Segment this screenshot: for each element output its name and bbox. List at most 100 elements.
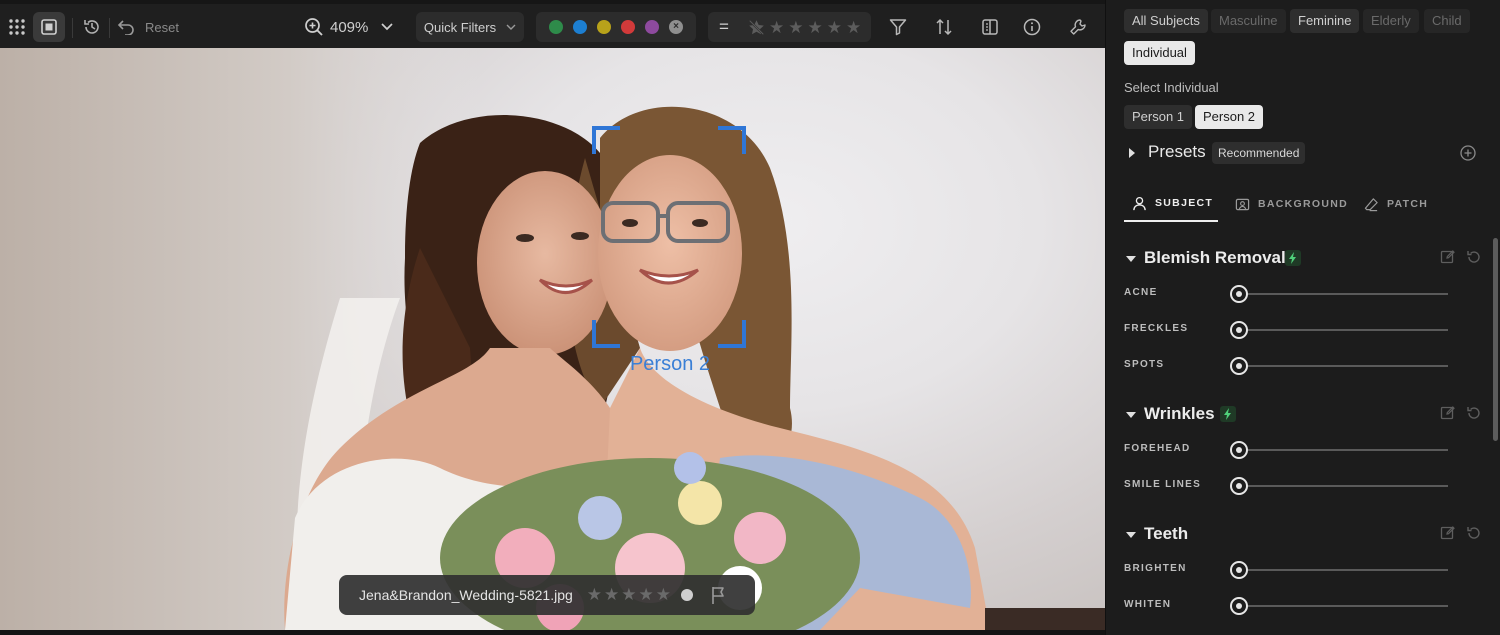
- color-label-dot[interactable]: [681, 589, 694, 601]
- collapse-triangle-icon[interactable]: [1126, 411, 1136, 419]
- slider-knob[interactable]: [1230, 357, 1248, 375]
- auto-bolt-icon[interactable]: [1220, 406, 1236, 422]
- collapse-triangle-icon[interactable]: [1126, 255, 1136, 263]
- rating-star-icon[interactable]: ★: [808, 19, 823, 36]
- edit-icon[interactable]: [1440, 525, 1456, 541]
- info-button[interactable]: [1017, 12, 1047, 42]
- section-blemish-removal[interactable]: Blemish Removal: [1124, 246, 1484, 270]
- compare-button[interactable]: [975, 12, 1005, 42]
- clear-color-icon[interactable]: ×: [669, 20, 683, 34]
- rating-star-icon[interactable]: ★: [788, 19, 803, 36]
- slider-label: SPOTS: [1124, 359, 1165, 370]
- slider-track[interactable]: [1238, 365, 1448, 367]
- history-button[interactable]: [80, 12, 104, 42]
- color-label-blue[interactable]: [573, 20, 587, 34]
- slider-spots: SPOTS: [1124, 356, 1454, 376]
- subject-chip-masculine[interactable]: Masculine: [1211, 9, 1286, 33]
- tab-label: PATCH: [1387, 198, 1429, 210]
- reset-section-icon[interactable]: [1466, 525, 1482, 541]
- slider-label: FOREHEAD: [1124, 443, 1191, 454]
- image-star-icon[interactable]: ★: [621, 585, 636, 605]
- tab-patch[interactable]: PATCH: [1364, 186, 1428, 222]
- reset-section-icon[interactable]: [1466, 405, 1482, 421]
- tab-label: BACKGROUND: [1258, 198, 1348, 210]
- reset-button[interactable]: Reset: [117, 12, 187, 42]
- auto-bolt-icon[interactable]: [1285, 250, 1301, 266]
- slider-track[interactable]: [1238, 485, 1448, 487]
- slider-knob[interactable]: [1230, 477, 1248, 495]
- collapse-triangle-icon[interactable]: [1126, 531, 1136, 539]
- grid-view-button[interactable]: [4, 12, 30, 42]
- slider-label: SMILE LINES: [1124, 479, 1202, 490]
- slider-track[interactable]: [1238, 449, 1448, 451]
- slider-track[interactable]: [1238, 605, 1448, 607]
- zoom-in-icon: [305, 18, 323, 36]
- reset-section-icon[interactable]: [1466, 249, 1482, 265]
- image-info-bar: Jena&Brandon_Wedding-5821.jpg ★ ★ ★ ★ ★: [339, 575, 755, 615]
- section-wrinkles[interactable]: Wrinkles: [1124, 402, 1484, 426]
- select-individual-label: Select Individual: [1124, 80, 1219, 95]
- zoom-control[interactable]: 409%: [304, 12, 396, 42]
- subject-chip-individual[interactable]: Individual: [1124, 41, 1195, 65]
- history-icon: [84, 20, 99, 34]
- quick-filters-dropdown[interactable]: Quick Filters: [416, 12, 524, 42]
- image-star-icon[interactable]: ★: [656, 585, 671, 605]
- slider-track[interactable]: [1238, 293, 1448, 295]
- no-rating-icon[interactable]: [748, 19, 765, 36]
- face-detection-box[interactable]: [592, 126, 746, 348]
- face-box-corner: [592, 320, 620, 348]
- panel-scrollbar[interactable]: [1493, 238, 1498, 441]
- subject-chip-child[interactable]: Child: [1424, 9, 1470, 33]
- rating-operator[interactable]: =: [716, 17, 732, 37]
- zoom-value: 409%: [330, 18, 369, 36]
- slider-track[interactable]: [1238, 329, 1448, 331]
- eraser-icon: [1364, 197, 1378, 211]
- single-view-button[interactable]: [33, 12, 65, 42]
- rating-filter: = ★ ★ ★ ★ ★: [708, 12, 871, 42]
- subject-chip-feminine[interactable]: Feminine: [1290, 9, 1360, 33]
- slider-knob[interactable]: [1230, 561, 1248, 579]
- image-canvas[interactable]: Person 2 Jena&Brandon_Wedding-5821.jpg ★…: [0, 48, 1105, 630]
- rating-star-icon[interactable]: ★: [769, 19, 784, 36]
- presets-row[interactable]: Presets Recommended: [1124, 140, 1484, 166]
- color-label-purple[interactable]: [645, 20, 659, 34]
- image-star-icon[interactable]: ★: [639, 585, 654, 605]
- section-teeth[interactable]: Teeth: [1124, 522, 1484, 546]
- slider-knob[interactable]: [1230, 321, 1248, 339]
- tab-background[interactable]: BACKGROUND: [1235, 186, 1348, 222]
- face-label: Person 2: [629, 353, 711, 375]
- color-label-red[interactable]: [621, 20, 635, 34]
- slider-smile-lines: SMILE LINES: [1124, 476, 1454, 496]
- slider-knob[interactable]: [1230, 285, 1248, 303]
- add-preset-icon[interactable]: [1460, 145, 1476, 161]
- filter-icon: [889, 19, 907, 36]
- color-label-yellow[interactable]: [597, 20, 611, 34]
- face-box-corner: [718, 126, 746, 154]
- edit-icon[interactable]: [1440, 249, 1456, 265]
- tab-subject[interactable]: SUBJECT: [1124, 186, 1218, 222]
- color-label-green[interactable]: [549, 20, 563, 34]
- slider-freckles: FRECKLES: [1124, 320, 1454, 340]
- sort-button[interactable]: [929, 12, 959, 42]
- rating-star-icon[interactable]: ★: [827, 19, 842, 36]
- slider-knob[interactable]: [1230, 441, 1248, 459]
- face-box-corner: [718, 320, 746, 348]
- image-star-icon[interactable]: ★: [604, 585, 619, 605]
- flag-icon[interactable]: [709, 585, 729, 605]
- image-star-icon[interactable]: ★: [587, 585, 602, 605]
- filter-button[interactable]: [883, 12, 913, 42]
- slider-brighten: BRIGHTEN: [1124, 560, 1454, 580]
- quick-filters-label: Quick Filters: [423, 19, 497, 35]
- individual-person-2[interactable]: Person 2: [1195, 105, 1264, 129]
- rating-star-icon[interactable]: ★: [846, 19, 861, 36]
- tools-button[interactable]: [1063, 12, 1093, 42]
- slider-label: BRIGHTEN: [1124, 563, 1187, 574]
- slider-track[interactable]: [1238, 569, 1448, 571]
- individual-person-1[interactable]: Person 1: [1124, 105, 1193, 129]
- expand-triangle-icon[interactable]: [1128, 148, 1136, 158]
- grid-icon: [9, 19, 25, 35]
- slider-knob[interactable]: [1230, 597, 1248, 615]
- edit-icon[interactable]: [1440, 405, 1456, 421]
- subject-chip-elderly[interactable]: Elderly: [1363, 9, 1419, 33]
- subject-chip-all[interactable]: All Subjects: [1124, 9, 1208, 33]
